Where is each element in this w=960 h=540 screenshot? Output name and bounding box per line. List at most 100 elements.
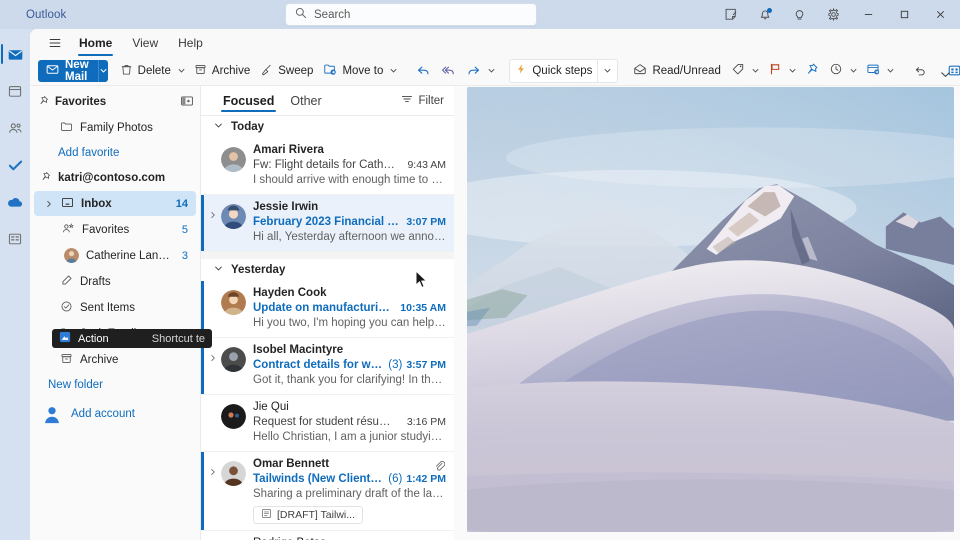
snooze-dropdown[interactable]: [848, 66, 861, 75]
drafts-icon: [60, 274, 73, 290]
add-account-label: Add account: [71, 408, 135, 420]
tooltip-shortcut: Shortcut te: [152, 333, 205, 345]
message-body: Isobel Macintyre Contract details for wo…: [253, 343, 446, 388]
person-icon: [42, 404, 62, 424]
read-unread-button[interactable]: Read/Unread: [628, 59, 725, 83]
rail-onedrive[interactable]: [0, 186, 30, 218]
maximize-button[interactable]: [886, 0, 922, 29]
archive-box-icon: [194, 63, 207, 79]
rules-dropdown[interactable]: [885, 66, 898, 75]
tab-help[interactable]: Help: [169, 31, 212, 55]
message-row-isobel-macintyre[interactable]: Isobel Macintyre Contract details for wo…: [201, 338, 454, 395]
message-row-jie-qui[interactable]: Jie Qui Request for student résumé revie…: [201, 395, 454, 452]
add-account-button[interactable]: Add account: [30, 397, 200, 431]
folder-label: Family Photos: [80, 122, 153, 134]
expand-thread-icon[interactable]: [207, 457, 219, 524]
folder-family-photos[interactable]: Family Photos: [34, 115, 196, 140]
message-time: 1:42 PM: [406, 472, 446, 487]
pivot-other[interactable]: Other: [282, 87, 329, 115]
expander-placeholder: [207, 400, 219, 445]
group-header-today[interactable]: Today: [201, 116, 454, 138]
filter-button[interactable]: Filter: [401, 93, 444, 108]
new-folder-link[interactable]: New folder: [30, 373, 200, 397]
sidebar-item-drafts[interactable]: Drafts: [34, 269, 196, 294]
titlebar-actions: [714, 0, 960, 29]
flag-button[interactable]: [763, 59, 787, 83]
rules-icon: [866, 62, 880, 79]
delete-button[interactable]: Delete: [115, 59, 176, 83]
rail-apps[interactable]: [0, 223, 30, 255]
lightbulb-icon[interactable]: [782, 1, 816, 29]
reply-button[interactable]: [411, 59, 436, 83]
note-icon[interactable]: [714, 1, 748, 29]
sidebar-item-catherine[interactable]: Catherine Lanco... 3: [34, 243, 196, 268]
rules-button[interactable]: [861, 59, 885, 83]
avatar: [221, 204, 246, 229]
quick-steps-button[interactable]: Quick steps: [510, 59, 597, 83]
tab-view[interactable]: View: [123, 31, 167, 55]
rail-people[interactable]: [0, 112, 30, 144]
pin-button[interactable]: [800, 59, 824, 83]
snooze-button[interactable]: [824, 59, 848, 83]
attachment-chip[interactable]: [DRAFT] Tailwi...: [253, 506, 363, 524]
tab-home[interactable]: Home: [70, 31, 121, 55]
sidebar-item-label: Archive: [80, 354, 118, 366]
bell-icon[interactable]: [748, 1, 782, 29]
new-mail-button[interactable]: New Mail: [38, 60, 98, 82]
expand-thread-icon[interactable]: [207, 343, 219, 388]
chevron-right-icon[interactable]: [44, 200, 54, 208]
ribbon-expand-button[interactable]: [939, 68, 952, 84]
gear-icon[interactable]: [816, 1, 850, 29]
folder-pane: Favorites Family Photos Add favorite: [30, 86, 200, 540]
chevron-down-icon: [214, 264, 223, 276]
account-row[interactable]: katri@contoso.com: [30, 165, 200, 190]
quick-steps-dropdown[interactable]: [597, 60, 617, 82]
sidebar-item-favorites[interactable]: Favorites 5: [34, 217, 196, 242]
message-sender: Isobel Macintyre: [253, 343, 446, 358]
message-sender: Omar Bennett: [253, 457, 446, 472]
message-sender: Amari Rivera: [253, 143, 446, 158]
sidebar-item-label: Drafts: [80, 276, 111, 288]
delete-dropdown[interactable]: [176, 66, 189, 75]
categorize-dropdown[interactable]: [750, 66, 763, 75]
move-to-dropdown[interactable]: [388, 66, 401, 75]
message-subject-line: Fw: Flight details for Catherine's gr...…: [253, 158, 446, 173]
expand-thread-icon[interactable]: [207, 200, 219, 245]
sidebar-item-label: Inbox: [81, 198, 112, 210]
message-body: Rodrigo Botas Final PTA Meeting! 11:33 A…: [253, 536, 446, 540]
rail-todo[interactable]: [0, 149, 30, 181]
collapse-pane-icon[interactable]: [180, 94, 194, 111]
minimize-button[interactable]: [850, 0, 886, 29]
pivot-focused[interactable]: Focused: [215, 87, 282, 115]
sweep-button[interactable]: Sweep: [255, 59, 318, 83]
add-favorite-link[interactable]: Add favorite: [30, 141, 200, 165]
tooltip-title: Action: [78, 333, 109, 345]
undo-button[interactable]: [908, 59, 932, 83]
search-input[interactable]: Search: [285, 3, 537, 26]
hamburger-icon[interactable]: [42, 31, 68, 55]
categorize-button[interactable]: [726, 59, 750, 83]
move-to-button[interactable]: Move to: [318, 59, 388, 83]
message-subject: Update on manufacturing plant...: [253, 301, 393, 316]
reply-all-button[interactable]: [436, 59, 461, 83]
flag-dropdown[interactable]: [787, 66, 800, 75]
message-row-omar-bennett[interactable]: Omar Bennett Tailwinds (New Client) Cont…: [201, 452, 454, 531]
forward-button[interactable]: [461, 59, 486, 83]
move-to-label: Move to: [342, 65, 383, 77]
message-body: Hayden Cook Update on manufacturing plan…: [253, 286, 446, 331]
sidebar-item-archive[interactable]: Archive: [34, 347, 196, 372]
favorites-people-icon: [61, 222, 75, 238]
message-row-amari-rivera[interactable]: Amari Rivera Fw: Flight details for Cath…: [201, 138, 454, 195]
message-row-rodrigo-botas[interactable]: Rodrigo Botas Final PTA Meeting! 11:33 A…: [201, 531, 454, 540]
new-mail-dropdown[interactable]: [98, 60, 108, 82]
forward-dropdown[interactable]: [486, 66, 499, 75]
archive-button[interactable]: Archive: [189, 59, 255, 83]
sidebar-item-inbox[interactable]: Inbox 14: [34, 191, 196, 216]
message-row-jessie-irwin[interactable]: Jessie Irwin February 2023 Financial Res…: [201, 195, 454, 252]
close-button[interactable]: [922, 0, 958, 29]
message-time: 3:16 PM: [407, 415, 446, 430]
group-label: Yesterday: [231, 264, 285, 276]
rail-mail[interactable]: [0, 38, 30, 70]
rail-calendar[interactable]: [0, 75, 30, 107]
sidebar-item-sent[interactable]: Sent Items: [34, 295, 196, 320]
